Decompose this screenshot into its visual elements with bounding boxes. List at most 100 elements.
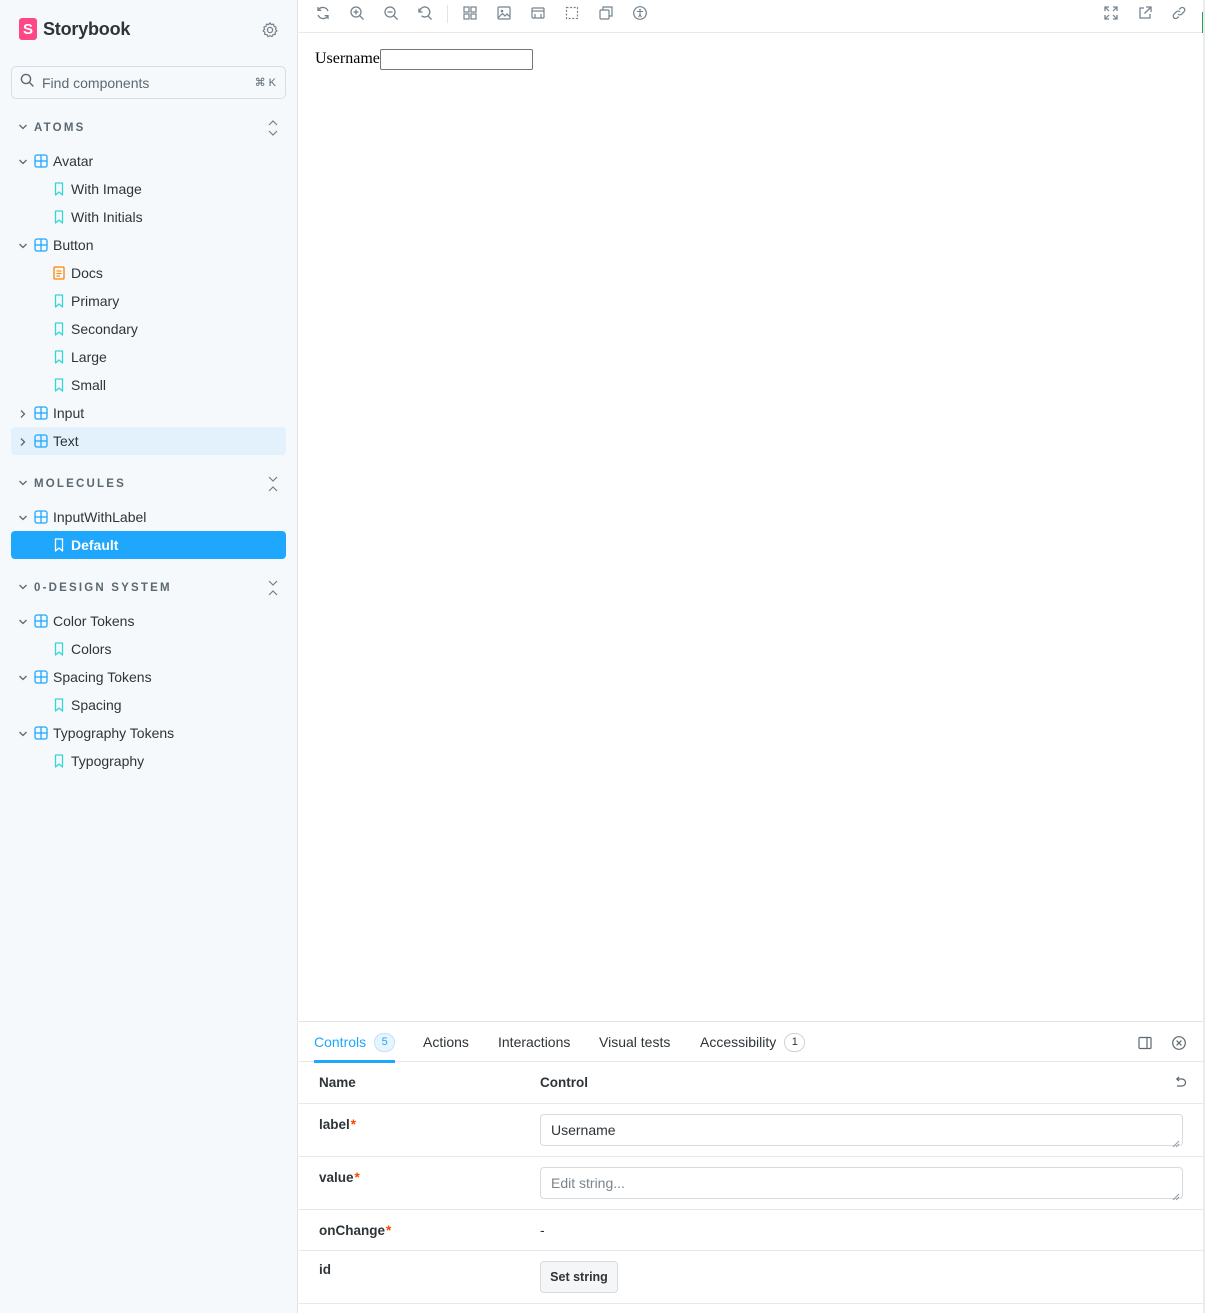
- preview-username-input[interactable]: [380, 49, 533, 70]
- zoom-in-icon[interactable]: [349, 5, 365, 21]
- tree-story-spacing[interactable]: Spacing: [11, 691, 286, 719]
- arg-name-id: id: [319, 1262, 331, 1277]
- collapse-all-icon[interactable]: [267, 474, 279, 499]
- tree-story-default-selected[interactable]: Default: [11, 531, 286, 559]
- section-design-system[interactable]: 0-DESIGN SYSTEM: [18, 578, 286, 598]
- zoom-out-icon[interactable]: [383, 5, 399, 21]
- tree-label: With Initials: [71, 209, 143, 225]
- open-new-tab-icon[interactable]: [1137, 5, 1153, 21]
- chevron-down-icon: [17, 155, 29, 167]
- search-input[interactable]: [40, 73, 255, 92]
- tree-label: Color Tokens: [53, 613, 135, 629]
- component-icon: [34, 614, 48, 628]
- value-text-control[interactable]: Edit string...: [540, 1167, 1183, 1201]
- collapse-all-icon[interactable]: [267, 578, 279, 603]
- tree-label: Small: [71, 377, 107, 393]
- tree-story-large[interactable]: Large: [11, 343, 286, 371]
- search-box[interactable]: ⌘ K: [11, 66, 286, 99]
- control-row-label: label* Username: [299, 1104, 1203, 1157]
- document-docs-icon: [52, 266, 66, 280]
- tree-component-typography-tokens[interactable]: Typography Tokens: [11, 719, 286, 747]
- reset-controls-icon[interactable]: [1173, 1075, 1187, 1092]
- tab-accessibility[interactable]: Accessibility 1: [700, 1022, 806, 1062]
- tree-story-primary[interactable]: Primary: [11, 287, 286, 315]
- background-image-icon[interactable]: [496, 5, 512, 21]
- tree-label: Primary: [71, 293, 120, 309]
- grid-icon[interactable]: [462, 5, 478, 21]
- storybook-logo-icon: S: [19, 18, 37, 40]
- tab-label: Controls: [314, 1034, 367, 1050]
- tree-story-typography[interactable]: Typography: [11, 747, 286, 775]
- component-icon: [34, 238, 48, 252]
- component-icon: [34, 154, 48, 168]
- tree-label: Avatar: [53, 153, 94, 169]
- tab-label: Accessibility: [700, 1034, 777, 1050]
- tree-label: Button: [53, 237, 94, 253]
- copy-link-icon[interactable]: [1171, 5, 1187, 21]
- resize-handle-icon[interactable]: [1172, 1135, 1180, 1148]
- chevron-right-icon: [17, 435, 29, 447]
- tree-label: Secondary: [71, 321, 138, 337]
- column-header-control: Control: [540, 1075, 588, 1090]
- component-icon: [34, 434, 48, 448]
- reload-story-icon[interactable]: [315, 5, 331, 21]
- tree-story-with-image[interactable]: With Image: [11, 175, 286, 203]
- accessibility-count-badge: 1: [784, 1032, 806, 1052]
- tree-component-avatar[interactable]: Avatar: [11, 147, 286, 175]
- resize-handle-icon[interactable]: [1172, 1188, 1180, 1201]
- tree-docs-button[interactable]: Docs: [11, 259, 286, 287]
- close-panel-icon[interactable]: [1171, 1035, 1187, 1051]
- tree-story-colors[interactable]: Colors: [11, 635, 286, 663]
- control-row-onchange: onChange* -: [299, 1210, 1203, 1251]
- measure-icon[interactable]: [598, 5, 614, 21]
- tab-actions[interactable]: Actions: [423, 1022, 469, 1062]
- component-icon: [34, 510, 48, 524]
- tree-component-color-tokens[interactable]: Color Tokens: [11, 607, 286, 635]
- tree-label: Spacing: [71, 697, 122, 713]
- bookmark-story-icon: [52, 642, 66, 656]
- outline-icon[interactable]: [564, 5, 580, 21]
- tree-component-button[interactable]: Button: [11, 231, 286, 259]
- accessibility-icon[interactable]: [632, 5, 648, 21]
- search-shortcut-hint: ⌘ K: [254, 77, 276, 89]
- set-string-button[interactable]: Set string: [540, 1261, 618, 1293]
- chevron-down-icon: [17, 615, 29, 627]
- tab-visual-tests[interactable]: Visual tests: [599, 1022, 670, 1062]
- bookmark-story-icon: [52, 754, 66, 768]
- tree-label: Spacing Tokens: [53, 669, 152, 685]
- bookmark-story-icon: [52, 210, 66, 224]
- fullscreen-icon[interactable]: [1103, 5, 1119, 21]
- bookmark-story-icon: [52, 538, 66, 552]
- tree-component-spacing-tokens[interactable]: Spacing Tokens: [11, 663, 286, 691]
- section-molecules[interactable]: MOLECULES: [18, 474, 286, 494]
- tree-story-small[interactable]: Small: [11, 371, 286, 399]
- tree-story-secondary[interactable]: Secondary: [11, 315, 286, 343]
- tree-label: Docs: [71, 265, 103, 281]
- tab-interactions[interactable]: Interactions: [498, 1022, 570, 1062]
- tree-component-input[interactable]: Input: [11, 399, 286, 427]
- tab-label: Visual tests: [599, 1034, 671, 1050]
- bookmark-story-icon: [52, 350, 66, 364]
- reset-zoom-icon[interactable]: [417, 5, 433, 21]
- section-atoms[interactable]: ATOMS: [18, 118, 286, 138]
- storybook-brand[interactable]: S Storybook: [19, 18, 130, 40]
- tree-component-text[interactable]: Text: [11, 427, 286, 455]
- component-icon: [34, 406, 48, 420]
- label-text-control[interactable]: Username: [540, 1114, 1183, 1148]
- controls-count-badge: 5: [374, 1032, 396, 1052]
- tree-label: With Image: [71, 181, 142, 197]
- search-icon: [20, 73, 34, 92]
- component-icon: [34, 726, 48, 740]
- tab-controls[interactable]: Controls 5: [314, 1022, 396, 1063]
- tree-story-with-initials[interactable]: With Initials: [11, 203, 286, 231]
- addons-tabbar: Controls 5 Actions Interactions Visual t…: [299, 1022, 1203, 1063]
- viewport-icon[interactable]: [530, 5, 546, 21]
- tree-label: Colors: [71, 641, 112, 657]
- expand-collapse-all-icon[interactable]: [267, 118, 279, 143]
- panel-orientation-icon[interactable]: [1137, 1035, 1153, 1051]
- arg-name-value: value*: [319, 1170, 360, 1185]
- preview-toolbar: [299, 0, 1205, 33]
- tree-component-inputwithlabel[interactable]: InputWithLabel: [11, 503, 286, 531]
- settings-gear-icon[interactable]: [261, 21, 279, 39]
- controls-table-header: Name Control: [299, 1062, 1203, 1104]
